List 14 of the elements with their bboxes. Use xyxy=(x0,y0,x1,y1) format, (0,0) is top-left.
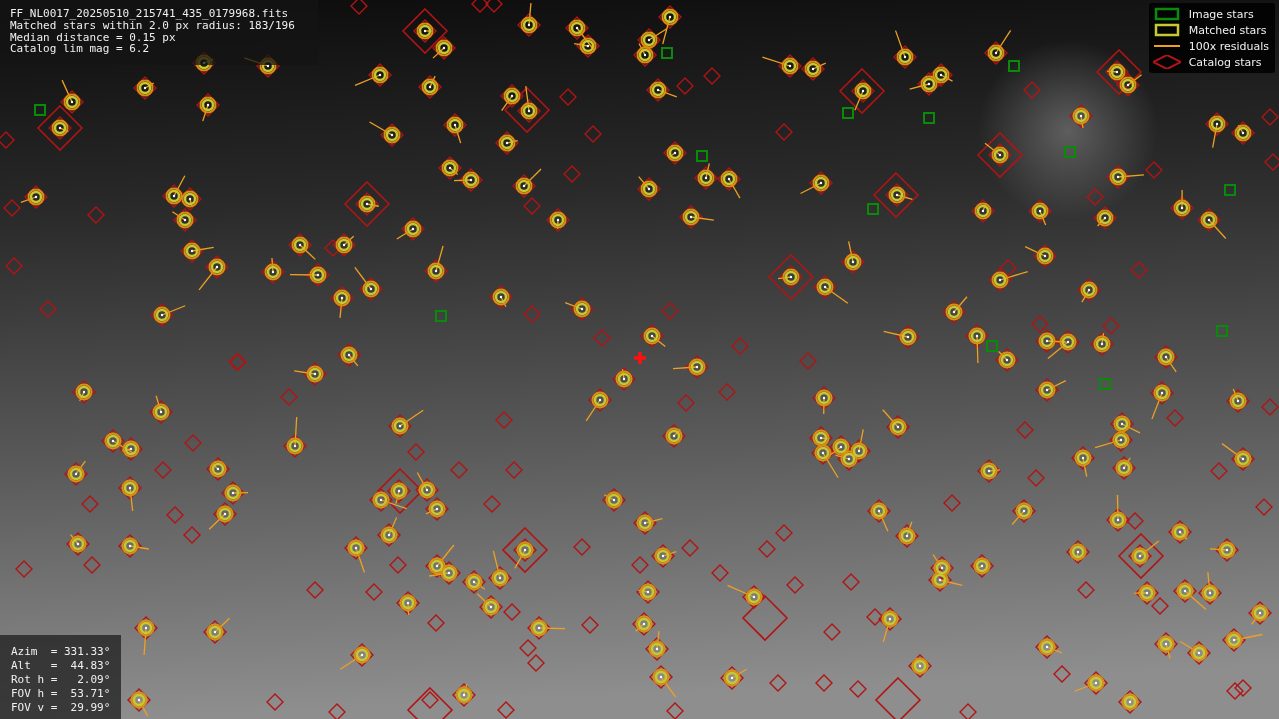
info-text: Median distance = 0.15 px xyxy=(10,31,176,44)
cross-marker-icon xyxy=(632,350,648,366)
pointing-text: Alt = 44.83° xyxy=(11,659,112,673)
info-text: Matched stars within 2.0 px radius: 183/196 xyxy=(10,19,296,32)
info-text: Catalog lim mag = 6.2 xyxy=(10,43,151,56)
pointing-text: FOV h = 53.71° xyxy=(11,687,112,701)
pointing-text: Azim = 331.33° xyxy=(11,645,112,659)
pointing-text: FOV v = 29.99° xyxy=(11,701,112,715)
info-text: FF_NL0017_20250510_215741_435_0179968.fits xyxy=(10,8,290,20)
legend-label: 100x residuals xyxy=(1188,39,1269,53)
pointing-text: Rot h = 2.09° xyxy=(11,673,112,687)
legend-label: Catalog stars xyxy=(1188,55,1262,69)
legend-label: Image stars xyxy=(1188,7,1254,21)
legend-label: Matched stars xyxy=(1188,23,1267,37)
